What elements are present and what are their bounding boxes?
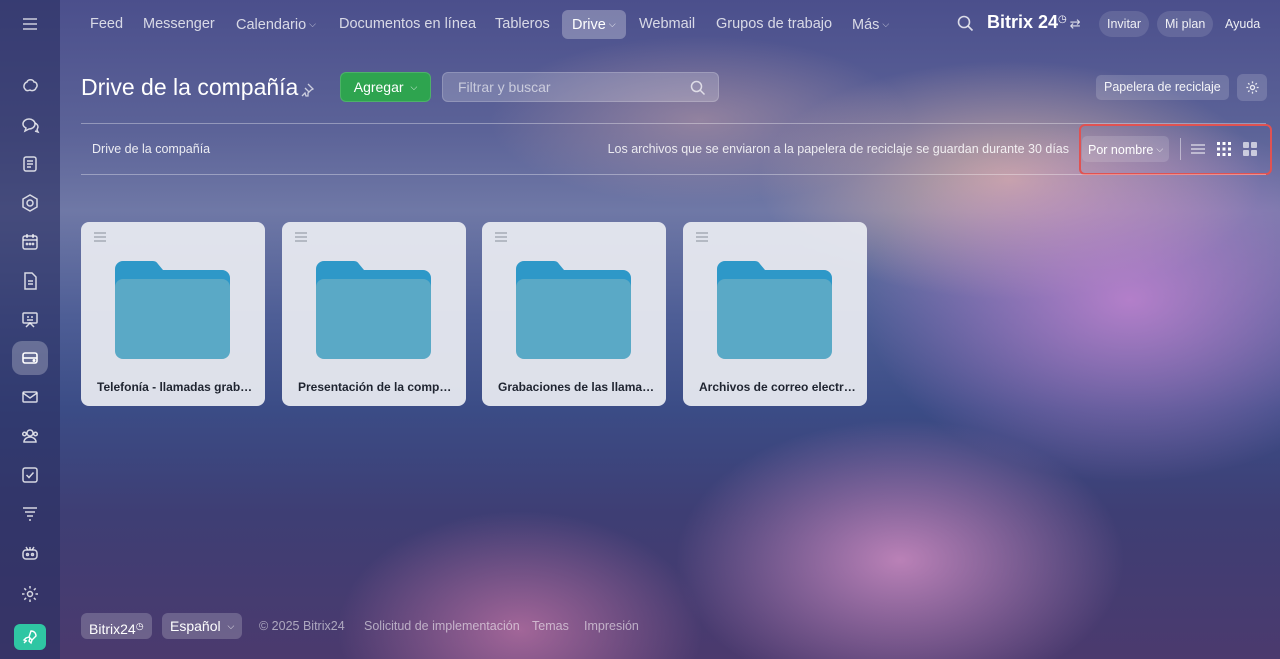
settings-button[interactable] [1237, 74, 1267, 101]
my-plan-button[interactable]: Mi plan [1157, 11, 1214, 37]
filter-search-box[interactable] [442, 72, 719, 102]
gear-icon [1245, 81, 1259, 94]
search-icon[interactable] [689, 79, 706, 96]
brand-logo[interactable]: Bitrix 24◷ ⇄ [987, 12, 1081, 33]
tile-view-icon[interactable] [1242, 141, 1258, 157]
settings-icon[interactable] [12, 577, 48, 611]
chevron-down-icon: ⌵ [227, 621, 235, 631]
nav-calendario[interactable]: Calendario ⌵ [236, 10, 316, 39]
chat-icon[interactable] [12, 108, 48, 142]
feed-icon[interactable] [12, 147, 48, 181]
drag-handle-icon[interactable] [696, 232, 708, 242]
folder-name: Grabaciones de las llamadas [498, 380, 658, 394]
filter-icon[interactable] [12, 497, 48, 531]
left-sidebar [0, 0, 60, 659]
grid-view-icon[interactable] [1216, 141, 1232, 157]
nav-messenger[interactable]: Messenger [143, 10, 215, 39]
rocket-icon[interactable] [14, 624, 46, 650]
chevron-down-icon: ⌵ [882, 19, 890, 29]
folder-card[interactable]: Telefonía - llamadas grabadas [81, 222, 265, 406]
print-link[interactable]: Impresión [584, 619, 639, 633]
menu-icon[interactable] [16, 10, 44, 38]
groups-icon[interactable] [12, 419, 48, 453]
chevron-down-icon: ⌵ [608, 19, 616, 29]
nav-tableros[interactable]: Tableros [495, 10, 550, 39]
drive-icon[interactable] [12, 341, 48, 375]
drag-handle-icon[interactable] [94, 232, 106, 242]
drag-handle-icon[interactable] [295, 232, 307, 242]
copyright-text: © 2025 Bitrix24 [259, 619, 345, 633]
themes-link[interactable]: Temas [532, 619, 569, 633]
chevron-down-icon: ⌵ [410, 82, 418, 92]
nav-drive[interactable]: Drive ⌵ [562, 10, 626, 39]
nav-webmail[interactable]: Webmail [639, 10, 695, 39]
folder-icon [717, 261, 832, 359]
search-input[interactable] [443, 73, 683, 101]
chevron-down-icon: ⌵ [1156, 144, 1164, 154]
add-button[interactable]: Agregar ⌵ [340, 72, 431, 102]
folder-name: Telefonía - llamadas grabadas [97, 380, 257, 394]
list-view-icon[interactable] [1190, 141, 1206, 157]
tasks-icon[interactable] [12, 458, 48, 492]
top-navigation: Feed Messenger Calendario ⌵ Documentos en… [60, 0, 1280, 50]
language-selector[interactable]: Español ⌵ [162, 613, 243, 639]
boards-icon[interactable] [12, 303, 48, 337]
nav-mas[interactable]: Más ⌵ [852, 10, 889, 39]
calendar-icon[interactable] [12, 225, 48, 259]
sort-by-button[interactable]: Por nombre ⌵ [1082, 136, 1170, 162]
footer-brand-button[interactable]: Bitrix24◷ [81, 613, 152, 639]
swap-icon: ⇄ [1069, 16, 1081, 31]
mail-icon[interactable] [12, 380, 48, 414]
docs-icon[interactable] [12, 264, 48, 298]
clock-icon: ◷ [1058, 14, 1067, 25]
pin-icon[interactable] [299, 82, 315, 98]
crm-icon[interactable] [12, 186, 48, 220]
breadcrumb[interactable]: Drive de la compañía [92, 142, 210, 156]
nav-feed[interactable]: Feed [90, 10, 123, 39]
search-icon[interactable] [956, 14, 974, 34]
nav-grupos[interactable]: Grupos de trabajo [716, 10, 832, 39]
help-button[interactable]: Ayuda [1217, 11, 1268, 37]
folder-icon [316, 261, 431, 359]
chevron-down-icon: ⌵ [309, 19, 316, 29]
folder-icon [115, 261, 230, 359]
copilot-icon[interactable] [12, 69, 48, 103]
folder-name: Presentación de la compañía [298, 380, 458, 394]
drag-handle-icon[interactable] [495, 232, 507, 242]
folder-card[interactable]: Archivos de correo electrónico [683, 222, 867, 406]
recycle-info-text: Los archivos que se enviaron a la papele… [607, 142, 1069, 156]
folder-icon [516, 261, 631, 359]
divider [1180, 138, 1181, 160]
folder-card[interactable]: Grabaciones de las llamadas [482, 222, 666, 406]
divider [81, 174, 1266, 175]
invite-button[interactable]: Invitar [1099, 11, 1150, 37]
folder-name: Archivos de correo electrónico [699, 380, 859, 394]
folder-card[interactable]: Presentación de la compañía [282, 222, 466, 406]
implementation-link[interactable]: Solicitud de implementación [364, 619, 520, 633]
page-title: Drive de la compañía [81, 74, 299, 100]
recycle-bin-button[interactable]: Papelera de reciclaje [1096, 75, 1229, 100]
clock-icon: ◷ [135, 621, 144, 631]
nav-documentos[interactable]: Documentos en línea [339, 10, 476, 39]
robot-icon[interactable] [12, 536, 48, 570]
